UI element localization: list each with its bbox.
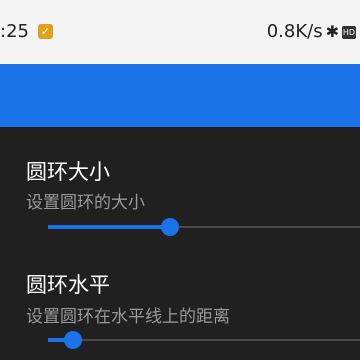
slider-thumb[interactable] bbox=[63, 331, 82, 349]
hd-badge: HD bbox=[342, 25, 356, 39]
slider-track bbox=[48, 339, 360, 341]
ring-horizontal-slider[interactable] bbox=[48, 330, 360, 350]
ring-size-slider[interactable] bbox=[48, 217, 360, 237]
setting-summary: 设置圆环的大小 bbox=[26, 193, 145, 213]
status-right: 0.8K/s ✱ HD bbox=[267, 21, 356, 43]
check-icon: ✓ bbox=[38, 24, 53, 39]
status-time: :25 bbox=[0, 21, 29, 42]
bluetooth-icon: ✱ bbox=[325, 22, 339, 41]
settings-screen: :25 ✓ 0.8K/s ✱ HD 圆环大小 设置圆环的大小 圆环水平 设置圆环… bbox=[0, 0, 360, 360]
setting-summary: 设置圆环在水平线上的距离 bbox=[26, 307, 230, 327]
slider-thumb[interactable] bbox=[160, 218, 179, 236]
network-speed: 0.8K/s bbox=[266, 21, 323, 42]
slider-fill bbox=[48, 225, 170, 229]
setting-title: 圆环水平 bbox=[26, 273, 110, 297]
status-bar: :25 ✓ 0.8K/s ✱ HD bbox=[0, 0, 360, 64]
setting-title: 圆环大小 bbox=[26, 160, 110, 184]
